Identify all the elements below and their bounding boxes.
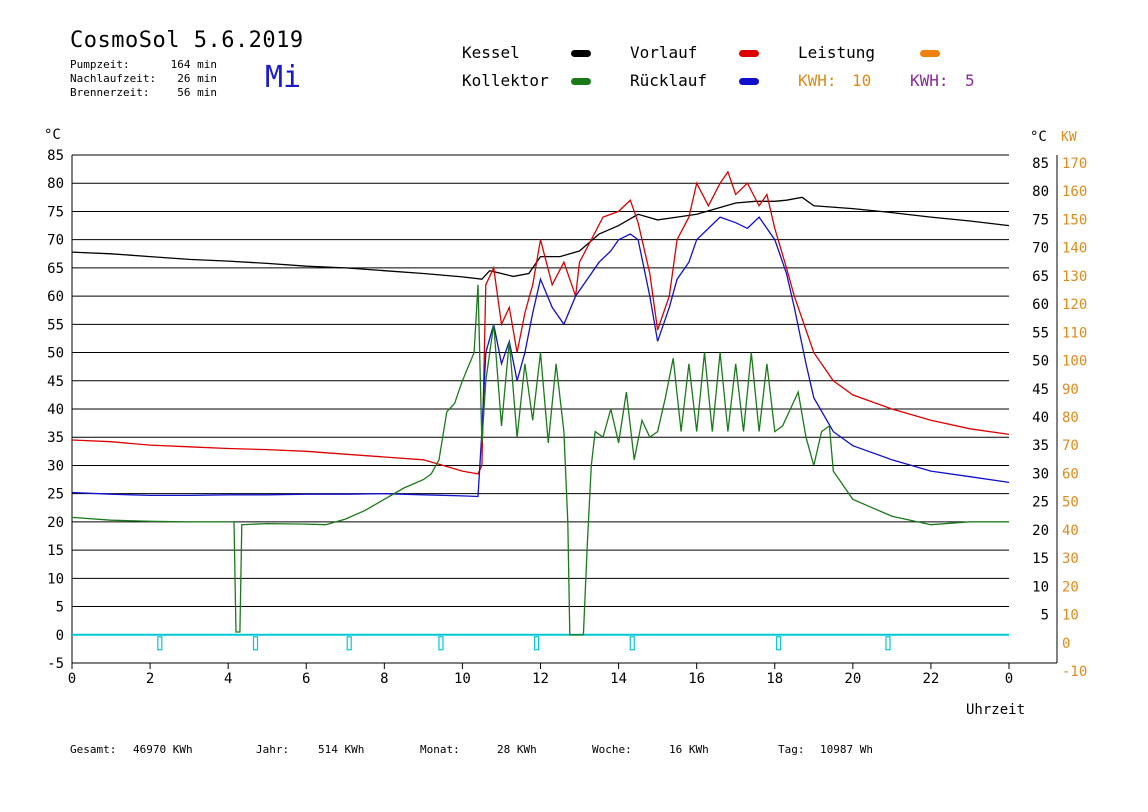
pump-marker (252, 636, 259, 651)
footer-tag-label: Tag: (778, 743, 805, 756)
y-tick-label-right: 35 (1032, 438, 1049, 454)
y-tick-label-kw: 100 (1062, 354, 1087, 370)
y-tick-label-right: 65 (1032, 269, 1049, 285)
y-tick-label-kw: 80 (1062, 410, 1079, 426)
y-tick-label-right: 75 (1032, 212, 1049, 228)
y-tick-label-kw: 60 (1062, 466, 1079, 482)
y-tick-label-kw: 70 (1062, 438, 1079, 454)
y-tick-label-left: 55 (47, 317, 64, 333)
series-line-kollektor (71, 284, 1009, 636)
y-axis-unit-right: °C (1030, 129, 1047, 145)
y-tick-label-kw: -10 (1062, 664, 1087, 680)
y-tick-label-right: 5 (1041, 608, 1049, 624)
x-tick-label: 6 (302, 671, 310, 687)
y-tick-label-right: 25 (1032, 495, 1049, 511)
footer-monat-label: Monat: (420, 743, 460, 756)
y-tick-label-kw: 140 (1062, 241, 1087, 257)
y-tick-label-right: 80 (1032, 184, 1049, 200)
y-tick-label-right: 10 (1032, 579, 1049, 595)
y-tick-label-right: 30 (1032, 466, 1049, 482)
y-tick-label-left: 50 (47, 346, 64, 362)
y-tick-label-kw: 10 (1062, 608, 1079, 624)
footer-jahr-label: Jahr: (256, 743, 290, 756)
y-tick-label-left: 75 (47, 204, 64, 220)
y-tick-label-kw: 120 (1062, 297, 1087, 313)
pump-marker (346, 636, 352, 651)
y-tick-label-kw: 20 (1062, 579, 1079, 595)
y-tick-label-left: 80 (47, 176, 64, 192)
footer-tag-value: 10987 Wh (820, 743, 873, 756)
y-tick-label-left: 35 (47, 430, 64, 446)
footer-gesamt-label: Gesamt: (70, 743, 117, 756)
y-tick-label-kw: 50 (1062, 495, 1079, 511)
y-tick-label-left: 25 (47, 487, 64, 503)
x-tick-label: 4 (224, 671, 232, 687)
y-tick-label-left: 60 (47, 289, 64, 305)
y-tick-label-right: 45 (1032, 382, 1049, 398)
y-tick-label-left: 5 (56, 600, 64, 616)
y-tick-label-left: 30 (47, 458, 64, 474)
y-tick-label-kw: 110 (1062, 325, 1087, 341)
y-tick-label-kw: 30 (1062, 551, 1079, 567)
y-tick-label-kw: 0 (1062, 636, 1070, 652)
y-tick-label-left: 40 (47, 402, 64, 418)
pump-marker (533, 636, 540, 651)
y-tick-label-kw: 130 (1062, 269, 1087, 285)
y-tick-label-left: 0 (56, 628, 64, 644)
footer-monat-value: 28 KWh (497, 743, 537, 756)
y-tick-label-left: 45 (47, 374, 64, 390)
y-tick-label-kw: 150 (1062, 212, 1087, 228)
y-tick-label-left: 85 (47, 148, 64, 164)
y-tick-label-right: 50 (1032, 354, 1049, 370)
y-axis-unit-left: °C (44, 127, 61, 143)
y-tick-label-left: 65 (47, 261, 64, 277)
pump-marker (776, 636, 782, 651)
pump-marker (438, 636, 444, 651)
x-tick-label: 10 (454, 671, 471, 687)
series-line-vorlauf (71, 170, 1010, 475)
y-tick-label-right: 70 (1032, 241, 1049, 257)
x-tick-label: 16 (688, 671, 705, 687)
x-tick-label: 18 (766, 671, 783, 687)
x-tick-label: 0 (1005, 671, 1013, 687)
y-tick-label-right: 15 (1032, 551, 1049, 567)
y-tick-label-left: 10 (47, 571, 64, 587)
series-line-kessel (71, 196, 1010, 280)
y-tick-label-kw: 170 (1062, 156, 1087, 172)
y-tick-label-left: 15 (47, 543, 64, 559)
x-tick-label: 8 (380, 671, 388, 687)
footer-jahr-value: 514 KWh (318, 743, 365, 756)
y-tick-label-right: 20 (1032, 523, 1049, 539)
x-tick-label: 0 (68, 671, 76, 687)
pump-marker (629, 636, 635, 651)
y-axis-unit-kw: KW (1061, 130, 1077, 145)
y-tick-label-right: 55 (1032, 325, 1049, 341)
y-tick-label-kw: 90 (1062, 382, 1079, 398)
y-tick-label-left: 20 (47, 515, 64, 531)
x-tick-label: 22 (922, 671, 939, 687)
y-tick-label-right: 40 (1032, 410, 1049, 426)
pump-marker (157, 636, 163, 651)
footer-woche-label: Woche: (592, 743, 632, 756)
x-tick-label: 14 (610, 671, 627, 687)
y-tick-label-left: -5 (47, 656, 64, 672)
footer-woche-value: 16 KWh (669, 743, 709, 756)
x-tick-label: 2 (146, 671, 154, 687)
x-tick-label: 12 (532, 671, 549, 687)
x-axis-label: Uhrzeit (966, 702, 1026, 718)
y-tick-label-kw: 40 (1062, 523, 1079, 539)
y-tick-label-right: 85 (1032, 156, 1049, 172)
pump-marker (885, 636, 891, 651)
x-tick-label: 20 (844, 671, 861, 687)
y-tick-label-left: 70 (47, 233, 64, 249)
footer-gesamt-value: 46970 KWh (133, 743, 193, 756)
y-tick-label-kw: 160 (1062, 184, 1087, 200)
y-tick-label-right: 60 (1032, 297, 1049, 313)
temperature-chart: 8580757065605550454035302520151050-58580… (44, 127, 1087, 687)
